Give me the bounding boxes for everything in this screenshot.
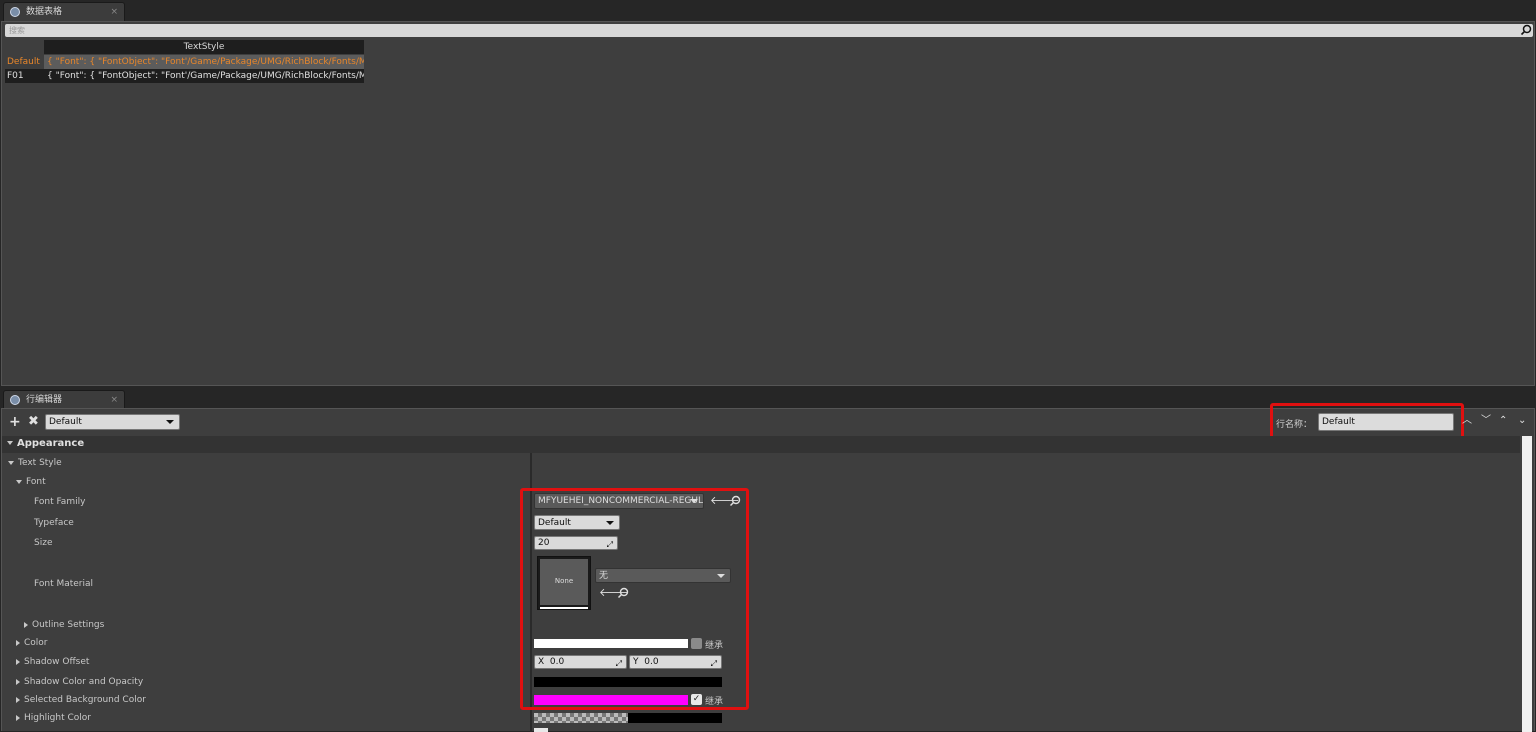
next-row-checkbox[interactable] bbox=[534, 728, 548, 732]
tab-row-editor[interactable]: 行编辑器 × bbox=[3, 390, 125, 409]
scrollbar[interactable] bbox=[1522, 436, 1532, 732]
editor-icon bbox=[10, 395, 20, 405]
search-icon[interactable] bbox=[1520, 24, 1532, 36]
highlight-color-swatch[interactable] bbox=[628, 713, 722, 723]
highlight-color-alpha-swatch[interactable] bbox=[534, 713, 628, 723]
plus-icon[interactable]: + bbox=[9, 415, 21, 429]
chevron-down-icon bbox=[166, 420, 174, 424]
expand-icon bbox=[16, 696, 20, 703]
close-tab-icon[interactable]: × bbox=[110, 391, 118, 409]
x-icon[interactable]: ✖ bbox=[28, 415, 39, 428]
category-text-style[interactable]: Text Style bbox=[8, 458, 62, 468]
data-table-panel: 搜索 TextStyle Default { "Font": { "FontOb… bbox=[1, 21, 1535, 386]
category-appearance[interactable]: Appearance bbox=[2, 436, 1520, 453]
row-name-header bbox=[5, 40, 44, 54]
expand-icon bbox=[16, 479, 22, 484]
search-bar[interactable]: 搜索 bbox=[5, 24, 1533, 37]
highlight-color-row[interactable]: Highlight Color bbox=[16, 713, 91, 723]
double-chevron-down-icon[interactable]: ⌄ bbox=[1518, 415, 1526, 427]
chevron-up-icon[interactable]: ︿ bbox=[1462, 415, 1472, 427]
size-label: Size bbox=[34, 538, 53, 548]
color-row[interactable]: Color bbox=[16, 638, 48, 648]
expand-icon bbox=[8, 460, 14, 465]
expand-icon bbox=[16, 714, 20, 721]
column-header[interactable]: TextStyle bbox=[44, 40, 364, 54]
expand-icon bbox=[16, 639, 20, 646]
double-chevron-up-icon[interactable]: ⌃ bbox=[1499, 415, 1507, 427]
expand-icon bbox=[7, 441, 13, 445]
search-input[interactable]: 搜索 bbox=[9, 24, 25, 37]
typeface-label: Typeface bbox=[34, 518, 74, 528]
tab-data-table[interactable]: 数据表格 × bbox=[3, 2, 125, 21]
selected-bg-color-row[interactable]: Selected Background Color bbox=[16, 695, 146, 705]
table-icon bbox=[10, 7, 20, 17]
table-row[interactable]: F01 { "Font": { "FontObject": "Font'/Gam… bbox=[5, 69, 364, 83]
expand-icon bbox=[24, 621, 28, 628]
row-selector-dropdown[interactable]: Default bbox=[45, 414, 180, 430]
font-family-label: Font Family bbox=[34, 497, 86, 507]
highlight-box bbox=[1270, 403, 1464, 440]
table-row[interactable]: Default { "Font": { "FontObject": "Font'… bbox=[5, 55, 364, 69]
font-material-label: Font Material bbox=[34, 579, 94, 589]
row-editor-panel: + ✖ Default 行名称： Default ︿ ﹀ ⌃ ⌄ Appeara… bbox=[1, 403, 1535, 732]
expand-icon bbox=[16, 658, 20, 665]
close-tab-icon[interactable]: × bbox=[110, 3, 118, 21]
outline-settings-row[interactable]: Outline Settings bbox=[24, 620, 104, 630]
expand-icon bbox=[16, 678, 20, 685]
shadow-offset-row[interactable]: Shadow Offset bbox=[16, 657, 89, 667]
highlight-box bbox=[520, 488, 749, 710]
shadow-color-row[interactable]: Shadow Color and Opacity bbox=[16, 677, 143, 687]
chevron-down-icon[interactable]: ﹀ bbox=[1481, 415, 1491, 427]
category-font[interactable]: Font bbox=[16, 477, 46, 487]
